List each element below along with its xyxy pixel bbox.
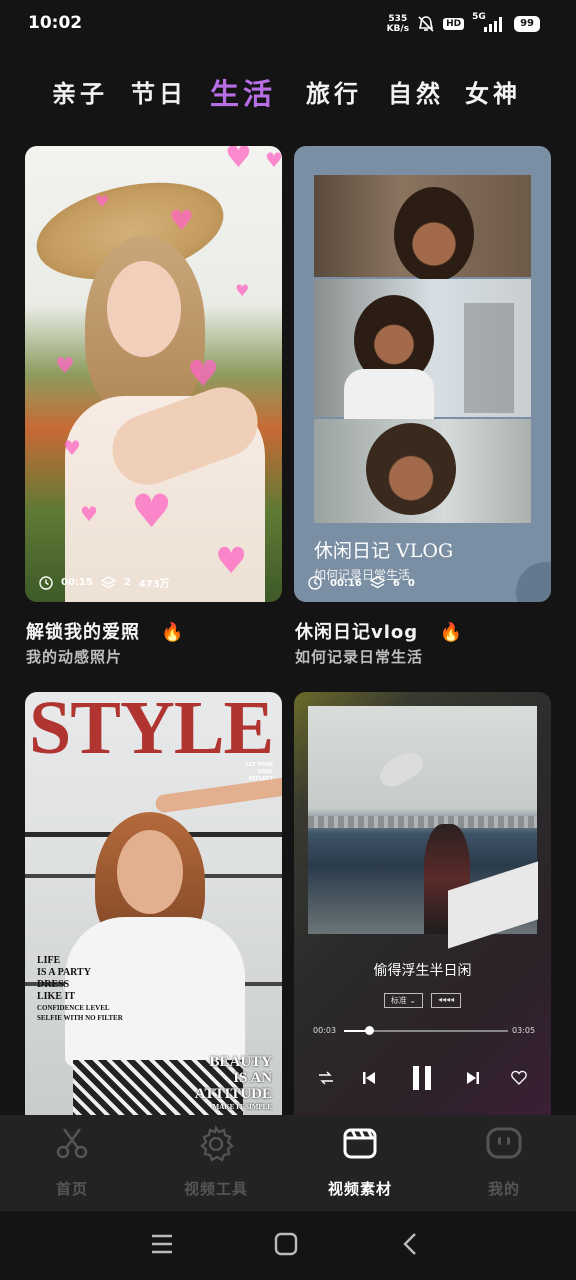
- fire-icon: 🔥: [161, 622, 185, 643]
- layers-icon: [100, 575, 116, 588]
- card-1-views: 473万: [138, 579, 170, 590]
- layers-icon: [369, 576, 385, 589]
- system-nav-bar: [0, 1211, 576, 1280]
- heart-icon[interactable]: [511, 1070, 527, 1085]
- mute-icon: [418, 16, 434, 32]
- tab-lvxing[interactable]: 旅行: [306, 74, 362, 109]
- battery-icon: 99: [514, 16, 540, 32]
- status-bar: 10:02 535 KB/s HD 5G 99: [0, 0, 576, 50]
- heart-decoration: ♥: [235, 281, 250, 300]
- magazine-beauty-text: BEAUTY IS AN ATTITUDE MAKE IT SIMPLE: [194, 1054, 272, 1111]
- nav-mine-label: 我的: [487, 1180, 520, 1198]
- decorative-circle: [516, 562, 551, 602]
- progress-bar[interactable]: [344, 1026, 508, 1035]
- time-total: 03:05: [512, 1026, 536, 1035]
- template-card-1[interactable]: ♥ ♥ ♥ ♥ ♥ ♥ ♥ ♥ ♥ ♥ ♥ 00:15 2 473万: [25, 146, 282, 602]
- template-card-4[interactable]: 偷得浮生半日闲 标准 ⌄ ◂◂◂◂ 00:03 03:05: [294, 692, 551, 1115]
- card-4-photo: [308, 706, 538, 949]
- tab-nvshen[interactable]: 女神: [465, 74, 521, 109]
- heart-decoration: ♥: [63, 436, 81, 460]
- clock-icon: [39, 575, 53, 590]
- net-speed: 535 KB/s: [386, 14, 410, 34]
- clapperboard-icon: [343, 1128, 377, 1159]
- signal-icon: 5G: [472, 12, 506, 33]
- card-2-photo-1: [314, 175, 531, 282]
- card-2-photo-3: [314, 419, 531, 523]
- clock-icon: [308, 576, 322, 590]
- heart-decoration: ♥: [95, 192, 110, 211]
- nav-video-assets-label: 视频素材: [327, 1180, 392, 1198]
- tab-ziran[interactable]: 自然: [388, 74, 444, 109]
- scissors-icon: [56, 1128, 88, 1159]
- previous-icon[interactable]: [362, 1070, 376, 1086]
- card-2-duration: 00:16: [330, 577, 362, 589]
- nav-video-tools[interactable]: 视频工具: [144, 1115, 288, 1211]
- card-2-views: 0: [407, 577, 415, 589]
- shuffle-icon[interactable]: [318, 1071, 334, 1085]
- tab-qinzi[interactable]: 亲子: [52, 74, 108, 109]
- hd-icon: HD: [443, 18, 465, 30]
- bottom-nav: 首页 视频工具 视频素材 我的: [0, 1115, 576, 1211]
- card-2-subtitle: 如何记录日常生活: [295, 648, 424, 666]
- next-icon[interactable]: [466, 1070, 480, 1086]
- song-title: 偷得浮生半日闲: [373, 963, 472, 979]
- card-2-layers: 6: [392, 577, 400, 589]
- player-controls: [294, 1064, 551, 1094]
- card-2-title: 休闲日记vlog 🔥: [295, 622, 463, 643]
- back-icon[interactable]: [400, 1231, 420, 1257]
- template-card-2[interactable]: 休闲日记 VLOG 如何记录日常生活 00:16 6 0: [294, 146, 551, 602]
- category-tabs: 亲子 节日 生活 旅行 自然 女神: [0, 71, 576, 113]
- face-icon: [486, 1127, 522, 1159]
- time-current: 00:03: [313, 1026, 337, 1035]
- card-1-layers: 2: [123, 577, 131, 588]
- tab-jieri[interactable]: 节日: [131, 74, 187, 109]
- card-1-duration: 00:15: [61, 577, 93, 588]
- card-2-overlay-title: 休闲日记 VLOG: [314, 540, 454, 562]
- heart-decoration: ♥: [225, 146, 252, 175]
- card-1-subtitle: 我的动感照片: [26, 648, 123, 666]
- heart-decoration: ♥: [55, 354, 75, 379]
- card-2-photo-2: [314, 279, 531, 419]
- pause-icon[interactable]: [410, 1064, 434, 1092]
- status-icons: 535 KB/s HD 5G 99: [386, 12, 540, 34]
- gear-icon: [200, 1125, 234, 1162]
- progress-knob[interactable]: [364, 1026, 374, 1035]
- nav-home-label: 首页: [55, 1180, 88, 1198]
- magazine-left-text: LIFE IS A PARTY DRESS LIKE IT CONFIDENCE…: [37, 955, 123, 1022]
- nav-home[interactable]: 首页: [0, 1115, 144, 1211]
- card-1-title: 解锁我的爱照 🔥: [26, 622, 185, 643]
- nav-video-assets[interactable]: 视频素材: [288, 1115, 432, 1211]
- card-2-meta: 00:16 6 0: [308, 576, 415, 590]
- card-1-meta: 00:15 2 473万: [39, 575, 170, 590]
- heart-decoration: ♥: [169, 204, 195, 237]
- template-card-3[interactable]: STYLE LET YOUR SOUL REFLECT WHO YOU TRUL…: [25, 692, 282, 1115]
- nav-mine[interactable]: 我的: [432, 1115, 576, 1211]
- audio-options: 标准 ⌄ ◂◂◂◂: [294, 993, 551, 1008]
- tab-shenghuo[interactable]: 生活: [210, 71, 276, 113]
- home-icon[interactable]: [274, 1232, 298, 1256]
- magazine-title: STYLE: [29, 692, 274, 770]
- heart-decoration: ♥: [80, 502, 98, 526]
- status-time: 10:02: [28, 13, 83, 33]
- quality-select[interactable]: 标准 ⌄: [383, 993, 424, 1008]
- heart-decoration: ♥: [131, 484, 173, 538]
- heart-decoration: ♥: [215, 541, 248, 582]
- audio-effect-button[interactable]: ◂◂◂◂: [431, 993, 462, 1008]
- heart-decoration: ♥: [187, 354, 220, 395]
- fire-icon: 🔥: [439, 622, 463, 643]
- heart-decoration: ♥: [265, 148, 282, 172]
- nav-video-tools-label: 视频工具: [183, 1180, 248, 1198]
- menu-icon[interactable]: [150, 1233, 174, 1255]
